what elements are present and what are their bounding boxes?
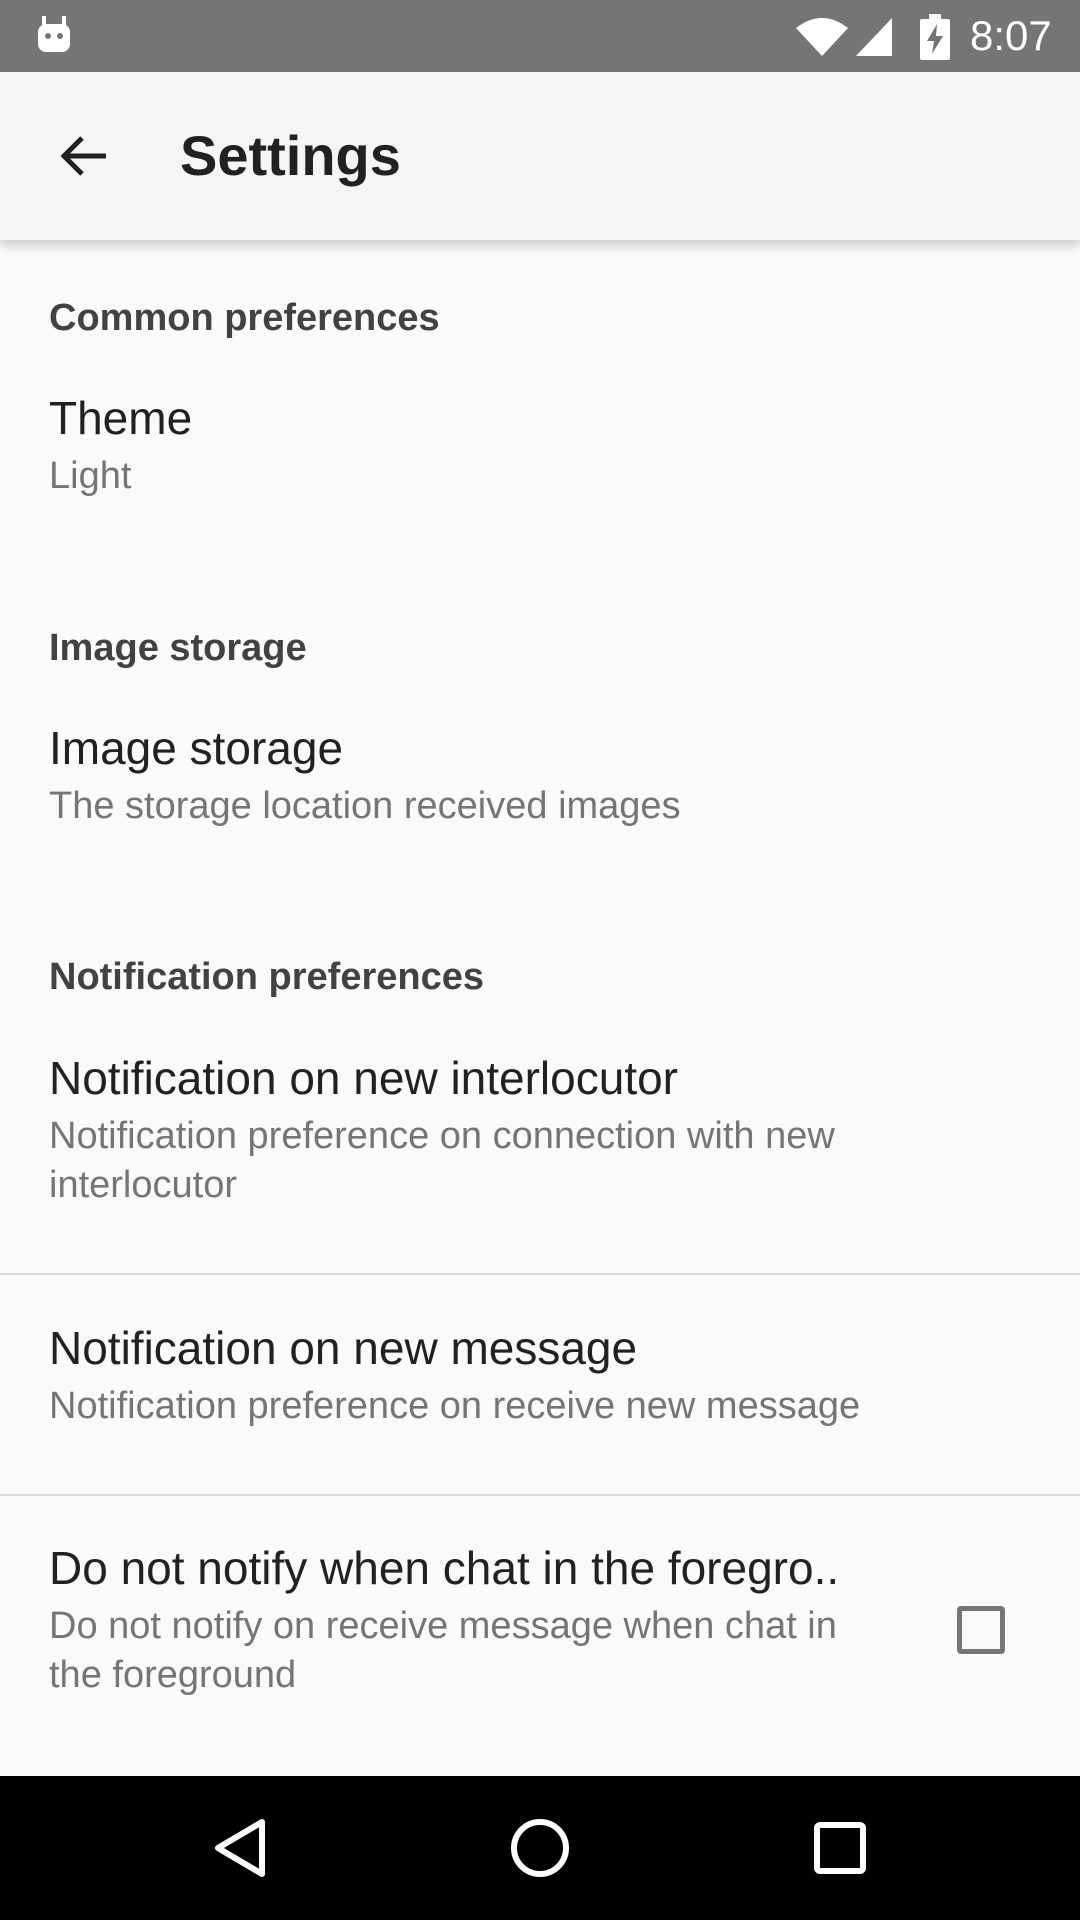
page-title: Settings: [180, 124, 401, 187]
pref-title: Notification on new message: [49, 1322, 638, 1374]
pref-title: Image storage: [49, 722, 344, 774]
pref-summary: Do not notify on receive message when ch…: [49, 1605, 837, 1696]
pref-notify-new-message[interactable]: Notification on new message Notification…: [0, 1320, 1080, 1520]
status-bar: 8:07: [0, 0, 1080, 72]
back-triangle-icon: [215, 1819, 265, 1877]
preferences-list: Common preferences Theme Light Image sto…: [0, 240, 1080, 1776]
battery-charging-icon: [920, 14, 950, 60]
pref-do-not-notify-foreground[interactable]: Do not notify when chat in the foregro..…: [0, 1540, 1080, 1760]
settings-screen: 8:07 Settings Common preferences Theme L…: [0, 0, 1080, 1920]
home-circle-icon: [511, 1819, 569, 1877]
section-header-common: Common preferences: [49, 297, 440, 339]
divider: [0, 1273, 1080, 1275]
arrow-back-icon: [60, 136, 106, 176]
pref-image-storage[interactable]: Image storage The storage location recei…: [0, 720, 1080, 886]
pref-title: Theme: [49, 392, 193, 444]
app-bar: Settings: [0, 72, 1080, 240]
pref-summary: Notification preference on connection wi…: [49, 1115, 835, 1206]
pref-title: Notification on new interlocutor: [49, 1052, 678, 1104]
status-clock: 8:07: [970, 12, 1052, 59]
pref-theme[interactable]: Theme Light: [0, 390, 1080, 556]
section-header-image-storage: Image storage: [49, 627, 307, 669]
section-header-notification: Notification preferences: [49, 956, 484, 998]
nav-home-button[interactable]: [490, 1798, 590, 1898]
navigation-bar: [0, 1776, 1080, 1920]
wifi-icon: [796, 18, 848, 56]
signal-icon: [856, 18, 892, 56]
android-icon: [38, 16, 70, 52]
recents-square-icon: [814, 1822, 866, 1874]
divider: [0, 1494, 1080, 1496]
pref-summary: The storage location received images: [49, 785, 681, 827]
nav-back-button[interactable]: [190, 1798, 290, 1898]
pref-summary: Light: [49, 455, 132, 497]
pref-title: Do not notify when chat in the foregro..: [49, 1542, 840, 1594]
back-button[interactable]: [40, 112, 128, 200]
pref-notify-new-interlocutor[interactable]: Notification on new interlocutor Notific…: [0, 1050, 1080, 1264]
foreground-notify-checkbox[interactable]: [957, 1606, 1005, 1654]
nav-recents-button[interactable]: [790, 1798, 890, 1898]
pref-summary: Notification preference on receive new m…: [49, 1385, 861, 1427]
